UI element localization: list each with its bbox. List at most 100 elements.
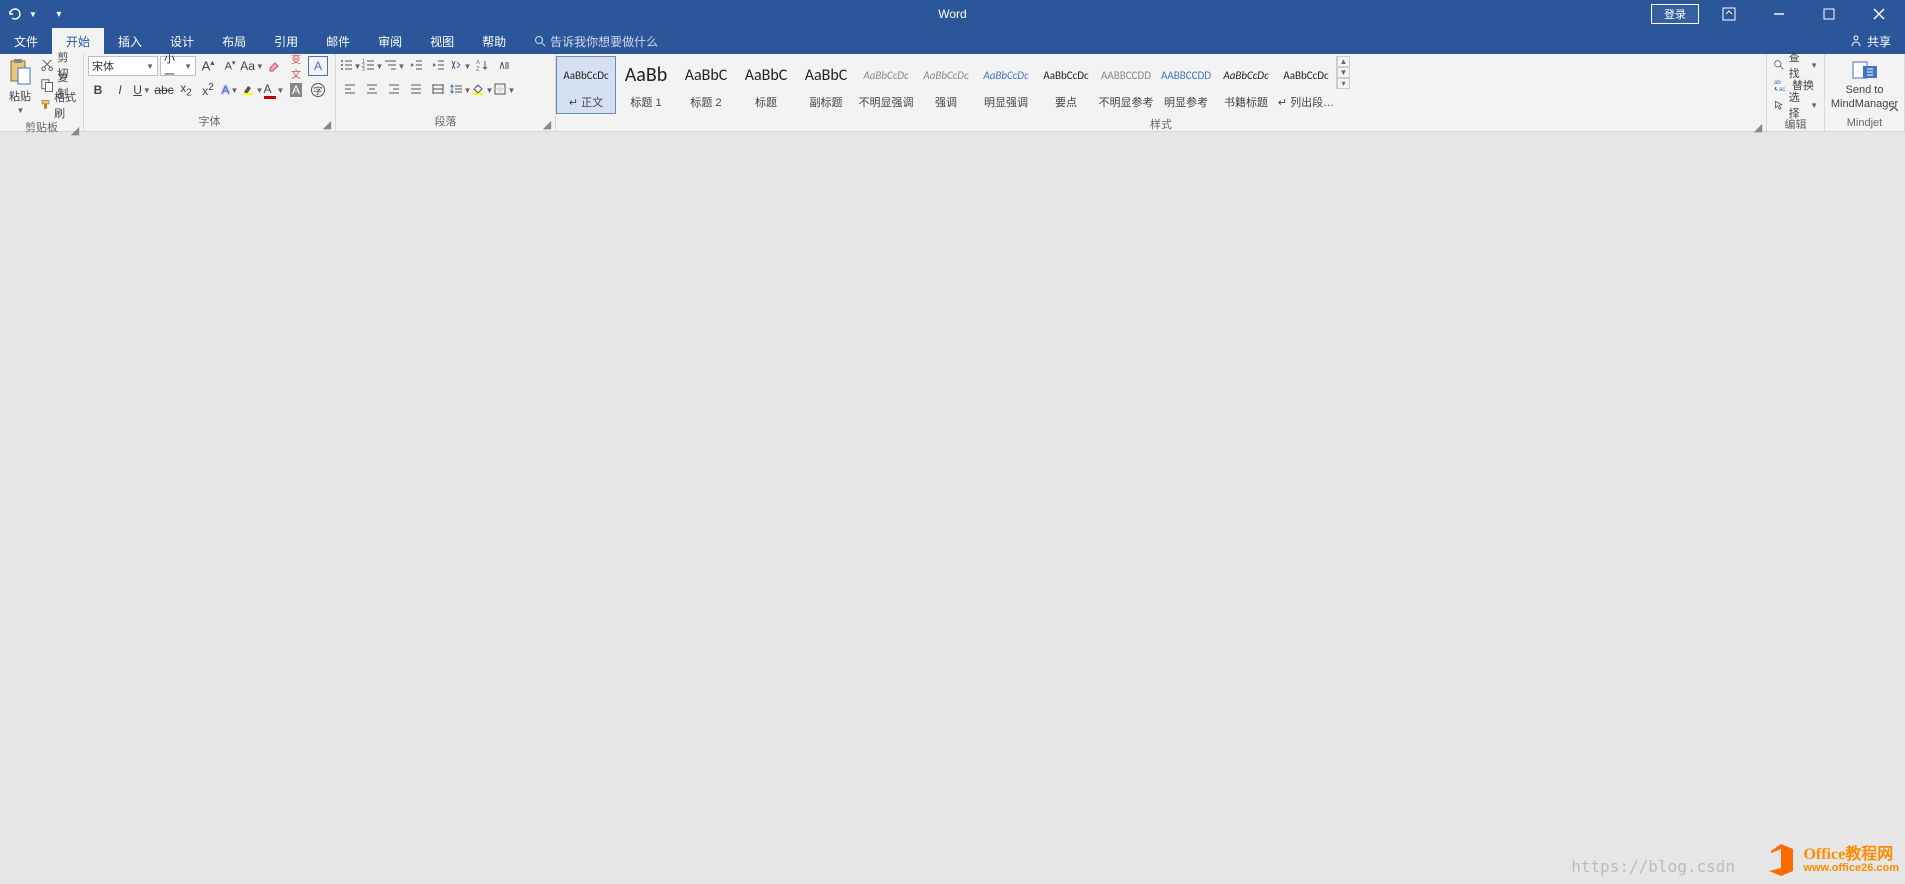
tab-insert[interactable]: 插入 <box>104 28 156 54</box>
align-left-button[interactable] <box>340 80 360 100</box>
shading-button[interactable]: ▼ <box>472 80 492 100</box>
font-name-select[interactable]: 宋体 ▼ <box>88 56 158 76</box>
gallery-more-button[interactable]: ▾ <box>1337 78 1350 89</box>
distribute-button[interactable] <box>428 80 448 100</box>
tab-mailings[interactable]: 邮件 <box>312 28 364 54</box>
font-launcher-icon[interactable]: ◢ <box>322 118 332 128</box>
undo-dropdown-icon[interactable]: ▼ <box>29 10 37 19</box>
bold-button[interactable]: B <box>88 80 108 100</box>
enclose-characters-button[interactable]: 字 <box>308 80 328 100</box>
sort-icon: AZ <box>475 58 489 75</box>
style-item[interactable]: AaBbCcDc↵ 正文 <box>556 56 616 114</box>
format-painter-label: 格式刷 <box>54 89 77 121</box>
find-button[interactable]: 查找▼ <box>1771 56 1820 74</box>
tab-file[interactable]: 文件 <box>0 28 52 54</box>
quick-access-toolbar: ▼ ▾ <box>0 6 67 22</box>
share-label: 共享 <box>1867 33 1891 50</box>
minimize-button[interactable] <box>1759 4 1799 24</box>
style-item[interactable]: AaBbC标题 2 <box>676 56 736 114</box>
gallery-up-button[interactable]: ▲ <box>1337 56 1350 67</box>
increase-indent-button[interactable] <box>428 56 448 76</box>
grow-font-icon: A▴ <box>202 58 215 73</box>
style-item[interactable]: AaBbC标题 <box>736 56 796 114</box>
paint-bucket-icon <box>471 82 485 99</box>
style-preview: AaBbCcDc <box>983 60 1028 90</box>
tab-view[interactable]: 视图 <box>416 28 468 54</box>
close-button[interactable] <box>1859 4 1899 24</box>
italic-button[interactable]: I <box>110 80 130 100</box>
tab-help[interactable]: 帮助 <box>468 28 520 54</box>
decrease-indent-button[interactable] <box>406 56 426 76</box>
font-color-button[interactable]: A▼ <box>264 80 284 100</box>
strikethrough-button[interactable]: abc <box>154 80 174 100</box>
distribute-icon <box>431 82 445 99</box>
paragraph-launcher-icon[interactable]: ◢ <box>542 118 552 128</box>
bullets-button[interactable]: ▼ <box>340 56 360 76</box>
ribbon-display-options-icon[interactable] <box>1709 4 1749 24</box>
align-right-button[interactable] <box>384 80 404 100</box>
share-button[interactable]: 共享 <box>1849 33 1905 50</box>
font-size-value: 小一 <box>164 50 184 82</box>
style-item[interactable]: AaBbCcDc要点 <box>1036 56 1096 114</box>
style-item[interactable]: AaBb标题 1 <box>616 56 676 114</box>
clear-formatting-button[interactable] <box>264 56 284 76</box>
tab-references[interactable]: 引用 <box>260 28 312 54</box>
font-size-select[interactable]: 小一 ▼ <box>160 56 196 76</box>
format-painter-button[interactable]: 格式刷 <box>38 96 79 114</box>
styles-launcher-icon[interactable]: ◢ <box>1753 121 1763 131</box>
style-item[interactable]: AaBbCcDc不明显强调 <box>856 56 916 114</box>
highlight-button[interactable]: ▼ <box>242 80 262 100</box>
style-item[interactable]: AaBbCcDc书籍标题 <box>1216 56 1276 114</box>
subscript-button[interactable]: x2 <box>176 80 196 100</box>
character-shading-button[interactable]: A <box>286 80 306 100</box>
superscript-button[interactable]: x2 <box>198 80 218 100</box>
phonetic-guide-button[interactable]: 变文 <box>286 56 306 76</box>
sort-button[interactable]: AZ <box>472 56 492 76</box>
borders-icon <box>493 82 507 99</box>
character-border-button[interactable]: A <box>308 56 328 76</box>
style-name: 标题 2 <box>690 94 721 110</box>
underline-button[interactable]: U▼ <box>132 80 152 100</box>
undo-icon[interactable] <box>6 6 22 22</box>
justify-icon <box>409 82 423 99</box>
pilcrow-icon <box>497 58 511 75</box>
find-icon <box>1773 57 1786 73</box>
shrink-font-button[interactable]: A▾ <box>220 56 240 76</box>
paste-button[interactable]: 粘贴 ▼ <box>4 56 36 117</box>
numbering-icon: 123 <box>361 58 375 75</box>
svg-text:Z: Z <box>476 67 480 72</box>
change-case-button[interactable]: Aa▼ <box>242 56 262 76</box>
style-preview: AABBCCDD <box>1101 60 1151 90</box>
character-shading-icon: A <box>290 83 302 97</box>
grow-font-button[interactable]: A▴ <box>198 56 218 76</box>
style-item[interactable]: AaBbCcDc强调 <box>916 56 976 114</box>
chevron-down-icon: ▼ <box>184 62 192 71</box>
tab-layout[interactable]: 布局 <box>208 28 260 54</box>
style-item[interactable]: AaBbC副标题 <box>796 56 856 114</box>
select-button[interactable]: 选择▼ <box>1771 96 1820 114</box>
align-center-button[interactable] <box>362 80 382 100</box>
phonetic-icon: 变文 <box>291 51 301 81</box>
style-item[interactable]: AaBbCcDc明显强调 <box>976 56 1036 114</box>
text-effects-button[interactable]: A▼ <box>220 80 240 100</box>
line-spacing-button[interactable]: ▼ <box>450 80 470 100</box>
show-marks-button[interactable] <box>494 56 514 76</box>
login-button[interactable]: 登录 <box>1651 4 1699 24</box>
qat-customize-icon[interactable]: ▾ <box>51 6 67 22</box>
justify-button[interactable] <box>406 80 426 100</box>
numbering-button[interactable]: 123▼ <box>362 56 382 76</box>
maximize-button[interactable] <box>1809 4 1849 24</box>
gallery-down-button[interactable]: ▼ <box>1337 67 1350 78</box>
clipboard-launcher-icon[interactable]: ◢ <box>70 124 80 134</box>
tell-me-search[interactable]: 告诉我你想要做什么 <box>534 33 658 50</box>
borders-button[interactable]: ▼ <box>494 80 514 100</box>
tab-review[interactable]: 审阅 <box>364 28 416 54</box>
style-item[interactable]: AABBCCDD不明显参考 <box>1096 56 1156 114</box>
select-icon <box>1773 97 1786 113</box>
asian-layout-button[interactable]: ▼ <box>450 56 470 76</box>
collapse-ribbon-button[interactable] <box>1887 102 1901 119</box>
align-center-icon <box>365 82 379 99</box>
style-item[interactable]: AaBbCcDc↵ 列出段… <box>1276 56 1336 114</box>
style-item[interactable]: AABBCCDD明显参考 <box>1156 56 1216 114</box>
multilevel-list-button[interactable]: ▼ <box>384 56 404 76</box>
